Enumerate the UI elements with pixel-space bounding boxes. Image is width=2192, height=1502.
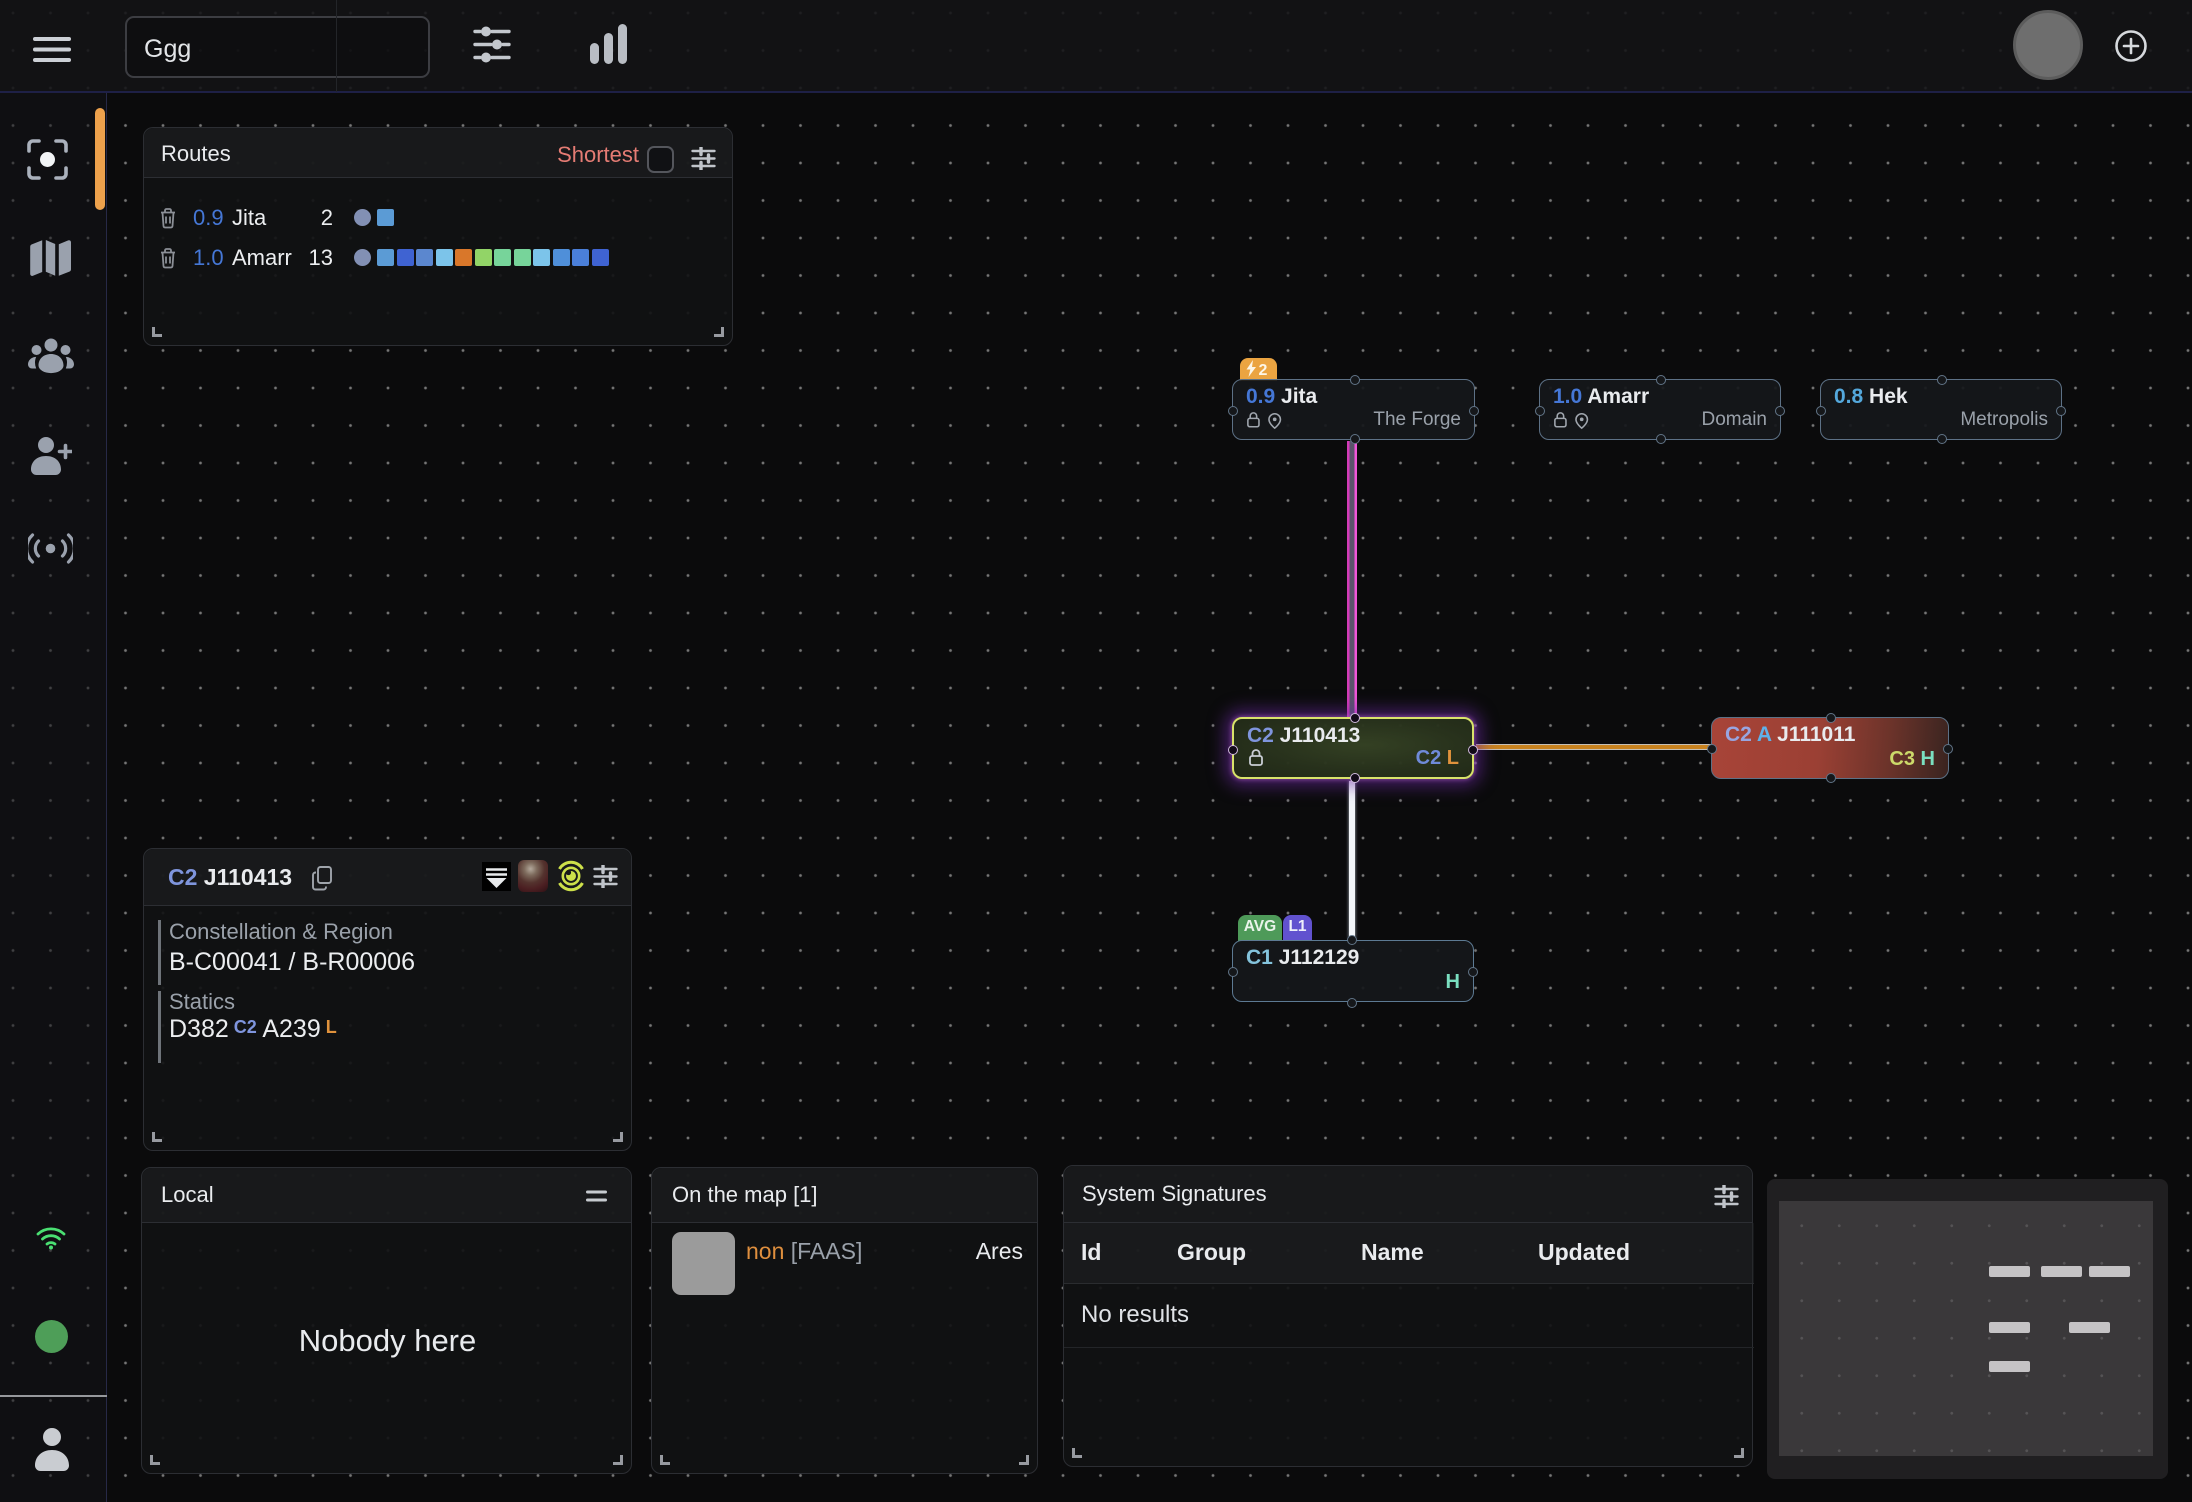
svg-text:2: 2 xyxy=(1259,362,1268,379)
